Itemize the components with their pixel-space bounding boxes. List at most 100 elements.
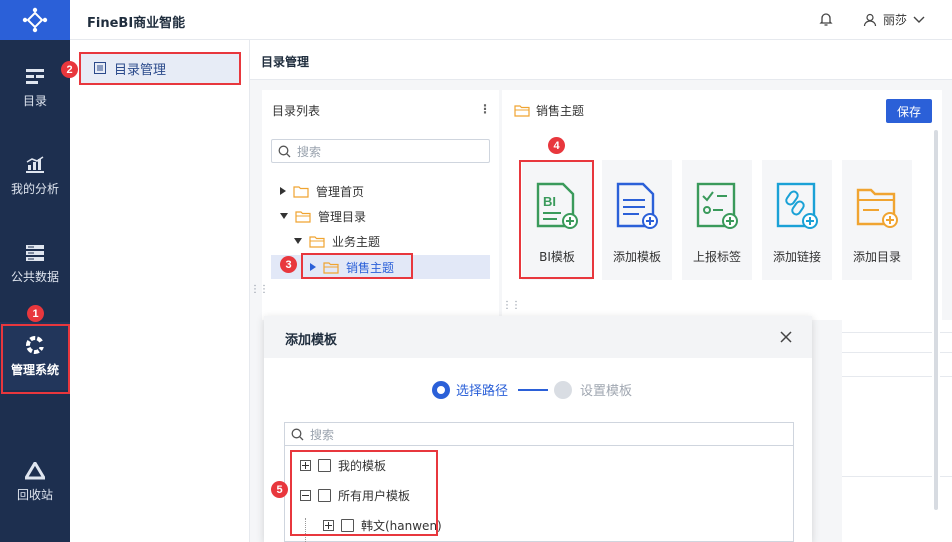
- panel-title: 目录列表: [272, 104, 321, 118]
- expand-plus-icon[interactable]: [323, 519, 334, 531]
- app-logo[interactable]: [0, 0, 70, 40]
- sidebar-item-directory-management[interactable]: 目录管理: [80, 52, 240, 84]
- sidebar-item-label: 目录管理: [114, 62, 167, 78]
- nav-item-my-analysis[interactable]: 我的分析: [0, 142, 70, 210]
- card-label: 上报标签: [692, 250, 741, 264]
- caret-down-icon: [294, 238, 302, 244]
- save-button[interactable]: 保存: [886, 99, 932, 123]
- nav-item-recycle-bin[interactable]: 回收站: [0, 448, 70, 516]
- panel-title-text: 销售主题: [536, 104, 585, 118]
- user-icon: [863, 13, 877, 26]
- nav-item-public-data[interactable]: 公共数据: [0, 230, 70, 298]
- step-indicator: 选择路径 设置模板: [432, 380, 632, 399]
- dialog-title: 添加模板: [285, 333, 338, 348]
- tree-search-input[interactable]: 搜索: [271, 139, 490, 163]
- caret-down-icon: [280, 213, 288, 219]
- scrollbar[interactable]: [932, 130, 940, 542]
- add-template-icon: [616, 182, 658, 229]
- card-add-template[interactable]: 添加模板: [602, 160, 672, 280]
- panel-title: 销售主题: [514, 102, 584, 119]
- annotation-badge-5: 5: [271, 481, 288, 498]
- card-label: 添加链接: [772, 250, 821, 264]
- expand-plus-icon[interactable]: [300, 459, 311, 471]
- dialog-header: 添加模板: [264, 316, 812, 358]
- tree-node-label: 管理目录: [318, 209, 367, 224]
- folder-open-icon: [295, 210, 311, 223]
- card-bi-template[interactable]: BI BI模板: [522, 160, 592, 280]
- tree-node-my-templates[interactable]: 我的模板: [300, 454, 386, 476]
- annotation-badge-3: 3: [280, 256, 297, 273]
- user-name: 丽莎: [883, 13, 908, 27]
- dialog-search-input[interactable]: 搜索: [284, 422, 794, 446]
- tree-node-sales-topic[interactable]: 销售主题: [271, 255, 490, 279]
- left-nav: 目录 我的分析 公共数据 管理系统 回收站: [0, 0, 70, 542]
- card-report-tag[interactable]: 上报标签: [682, 160, 752, 280]
- folder-icon: [293, 185, 309, 198]
- close-icon[interactable]: [778, 329, 794, 345]
- step-2-dot: [554, 380, 573, 399]
- card-label: BI模板: [539, 250, 575, 264]
- add-folder-icon: [856, 188, 898, 228]
- tree-node-business-topic[interactable]: 业务主题: [294, 229, 380, 253]
- tree-node-admin-dir[interactable]: 管理目录: [280, 204, 366, 228]
- top-header: FineBI商业智能 丽莎: [70, 0, 952, 40]
- secondary-sidebar: 目录管理: [70, 40, 250, 542]
- tree-node-all-user-templates[interactable]: 所有用户模板: [300, 484, 410, 506]
- more-options-icon[interactable]: ⋮: [479, 102, 491, 116]
- nav-item-label: 管理系统: [10, 362, 59, 377]
- page-title: 目录管理: [250, 40, 952, 80]
- checkbox[interactable]: [318, 488, 331, 502]
- tree-node-label: 韩文(hanwen): [361, 518, 442, 533]
- report-tag-icon: [696, 182, 738, 229]
- caret-right-icon: [280, 187, 286, 195]
- analysis-chart-icon: [26, 155, 44, 173]
- step-1-label: 选择路径: [456, 384, 509, 399]
- card-add-link[interactable]: 添加链接: [762, 160, 832, 280]
- search-placeholder: 搜索: [297, 144, 322, 159]
- directory-list-panel: 目录列表 ⋮ 搜索 管理首页 管理目录 业务主题 销售主题: [262, 90, 499, 320]
- tree-node-label: 销售主题: [346, 260, 395, 275]
- chevron-down-icon: [913, 16, 925, 23]
- tree-node-label: 管理首页: [316, 184, 365, 199]
- tree-guide-line: [305, 518, 306, 542]
- list-icon: [94, 62, 106, 74]
- folder-icon: [323, 261, 339, 274]
- nav-item-label: 目录: [22, 93, 47, 108]
- annotation-badge-4: 4: [548, 137, 565, 154]
- nav-item-label: 回收站: [16, 487, 53, 502]
- panel-resize-handle[interactable]: ⋮⋮: [250, 284, 269, 295]
- tree-node-label: 业务主题: [332, 234, 381, 249]
- search-icon: [278, 145, 291, 157]
- search-icon: [291, 428, 304, 440]
- panel-resize-handle[interactable]: ⋮⋮: [502, 300, 521, 311]
- user-menu[interactable]: 丽莎: [863, 11, 925, 28]
- tree-node-hanwen[interactable]: 韩文(hanwen): [323, 514, 442, 536]
- step-connector: [518, 388, 549, 391]
- annotation-badge-1: 1: [27, 305, 44, 322]
- search-placeholder: 搜索: [310, 427, 335, 442]
- tree-node-home[interactable]: 管理首页: [280, 179, 364, 203]
- add-template-dialog: 添加模板 选择路径 设置模板 搜索 我的模板 所有用户模板 韩文(hanwen): [264, 316, 812, 542]
- logo-icon: [22, 7, 48, 33]
- step-1-dot: [432, 380, 450, 399]
- tree-node-label: 所有用户模板: [338, 488, 411, 503]
- tree-node-label: 我的模板: [338, 458, 387, 473]
- checkbox[interactable]: [318, 458, 331, 472]
- nav-item-admin-system[interactable]: 管理系统: [0, 322, 70, 390]
- card-add-folder[interactable]: 添加目录: [842, 160, 912, 280]
- card-label: 添加目录: [852, 250, 901, 264]
- catalog-icon: [26, 68, 44, 84]
- checkbox[interactable]: [341, 518, 354, 532]
- nav-item-catalog[interactable]: 目录: [0, 54, 70, 122]
- template-tree: 我的模板 所有用户模板 韩文(hanwen): [284, 446, 794, 542]
- bi-template-icon: BI: [536, 182, 578, 229]
- nav-item-label: 我的分析: [10, 181, 59, 196]
- folder-icon: [514, 105, 530, 117]
- database-icon: [26, 244, 44, 261]
- recycle-icon: [25, 461, 45, 479]
- nav-item-label: 公共数据: [10, 269, 59, 284]
- collapse-minus-icon[interactable]: [300, 489, 311, 501]
- bell-icon[interactable]: [818, 11, 834, 27]
- step-2-label: 设置模板: [580, 384, 633, 399]
- add-link-icon: [776, 182, 818, 229]
